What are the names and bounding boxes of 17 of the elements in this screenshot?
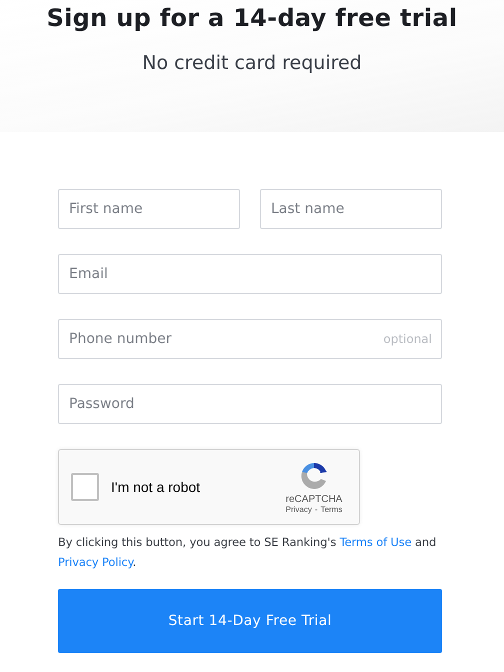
policy-link[interactable]: Terms of Use	[340, 535, 412, 549]
input-field[interactable]: First name	[58, 189, 240, 229]
consent-text: By clicking this button, you agree to SE Ranking's Terms of Use and Privacy Policy.	[58, 534, 438, 571]
input-field[interactable]: Email	[58, 254, 442, 294]
privacy-link[interactable]: Privacy	[286, 505, 312, 514]
captcha-brand: reCAPTCHA	[286, 494, 342, 505]
optional-hint: optional	[383, 332, 432, 346]
start-trial-button[interactable]: Start 14-Day Free Trial	[58, 589, 442, 653]
input-field[interactable]: Password	[58, 384, 442, 424]
policy-link[interactable]: Privacy Policy	[58, 555, 133, 569]
page-subtitle: No credit card required	[142, 52, 362, 74]
captcha-label: I'm not a robot	[111, 479, 202, 495]
link-separator: -	[314, 505, 318, 514]
page-title: Sign up for a 14-day free trial	[46, 4, 458, 32]
terms-link[interactable]: Terms	[320, 505, 342, 514]
captcha-checkbox[interactable]	[71, 473, 99, 501]
input-field[interactable]: Last name	[260, 189, 442, 229]
